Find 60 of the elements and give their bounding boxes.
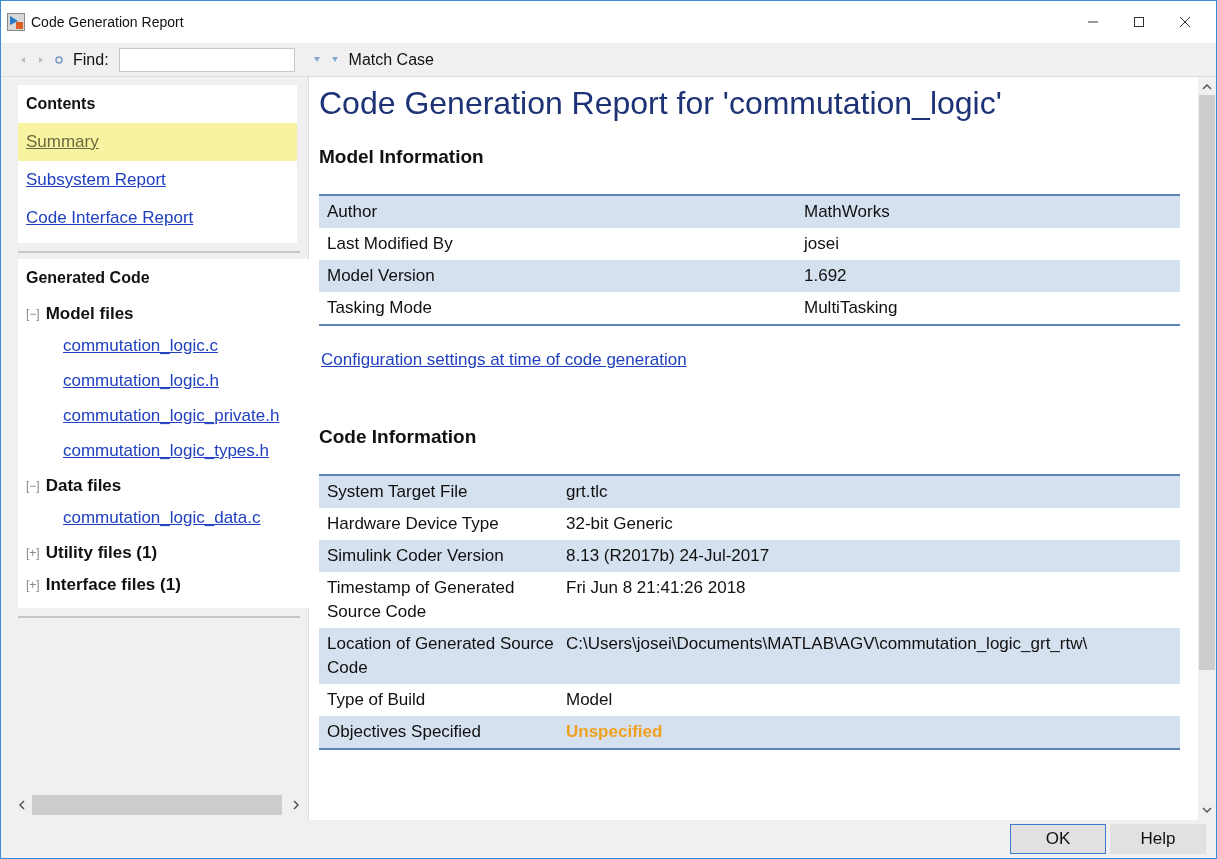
tree-group-label: Interface files (1) — [45, 575, 181, 595]
file-link[interactable]: commutation_logic.c — [18, 329, 309, 364]
tree-toggle[interactable]: [+] — [26, 578, 40, 592]
window-title: Code Generation Report — [31, 14, 185, 30]
row-value: MultiTasking — [804, 297, 899, 319]
row-value: 32-bit Generic — [566, 513, 674, 535]
file-link[interactable]: commutation_logic_private.h — [18, 399, 309, 434]
scroll-up-icon[interactable] — [1202, 83, 1212, 91]
contents-link[interactable]: Subsystem Report — [18, 161, 297, 199]
row-label: Hardware Device Type — [327, 513, 500, 535]
tree-toggle[interactable]: [−] — [26, 307, 40, 321]
row-value: MathWorks — [804, 201, 891, 223]
contents-link[interactable]: Code Interface Report — [18, 199, 297, 237]
tree-toggle[interactable]: [−] — [26, 479, 40, 493]
section-heading: Code Information — [319, 426, 478, 448]
app-icon — [7, 13, 25, 31]
row-value: Fri Jun 8 21:41:26 2018 — [566, 577, 747, 599]
tree-group-label: Model files — [45, 304, 134, 324]
back-arrow-icon[interactable] — [19, 55, 27, 64]
row-value: C:\Users\josei\Documents\MATLAB\AGV\commutation_logic_grt_rtw\ — [566, 633, 1089, 655]
file-link[interactable]: commutation_logic_types.h — [18, 434, 309, 469]
row-label: Author — [327, 201, 379, 223]
tree-toggle[interactable]: [+] — [26, 546, 40, 560]
dialog-button[interactable]: OK — [1010, 824, 1106, 854]
contents-link[interactable]: Summary — [18, 123, 297, 161]
row-label: Timestamp of Generated Source Code — [327, 577, 516, 623]
row-value: grt.tlc — [566, 481, 609, 503]
scrollbar-thumb[interactable] — [32, 795, 282, 815]
row-value: Unspecified — [566, 721, 664, 743]
contents-heading: Contents — [25, 95, 97, 114]
scroll-right-icon[interactable] — [292, 800, 300, 810]
find-field[interactable] — [118, 47, 295, 72]
report-title: Code Generation Report for 'commutation_logic' — [319, 85, 1003, 122]
row-label: Last Modified By — [327, 233, 454, 255]
row-label: Model Version — [327, 265, 436, 287]
scroll-left-icon[interactable] — [18, 800, 26, 810]
scrollbar-thumb[interactable] — [1199, 95, 1215, 670]
section-heading: Model Information — [319, 146, 485, 168]
row-label: Type of Build — [327, 689, 427, 711]
row-value: Model — [566, 689, 614, 711]
row-label: Objectives Specified — [327, 721, 483, 743]
scroll-down-icon[interactable] — [1202, 806, 1212, 814]
row-label: Tasking Mode — [327, 297, 433, 319]
row-label: Location of Generated Source Code — [327, 633, 555, 679]
find-label: Find: — [73, 50, 109, 69]
row-value: 8.13 (R2017b) 24-Jul-2017 — [566, 545, 771, 567]
tree-group-label: Utility files (1) — [45, 543, 158, 563]
file-link[interactable]: commutation_logic_data.c — [18, 501, 309, 536]
match-case-label[interactable]: Match Case — [348, 50, 434, 69]
row-label: System Target File — [327, 481, 469, 503]
forward-arrow-icon[interactable] — [37, 55, 45, 64]
tree-group-label: Data files — [45, 476, 122, 496]
refresh-icon[interactable] — [55, 55, 63, 64]
dialog-button[interactable]: Help — [1110, 824, 1206, 854]
configuration-link[interactable]: Configuration settings at time of code generation — [321, 350, 1198, 370]
row-value: josei — [804, 233, 840, 255]
row-label: Simulink Coder Version — [327, 545, 505, 567]
file-link[interactable]: commutation_logic.h — [18, 364, 309, 399]
generated-code-heading: Generated Code — [25, 269, 151, 288]
row-value: 1.692 — [804, 265, 848, 287]
